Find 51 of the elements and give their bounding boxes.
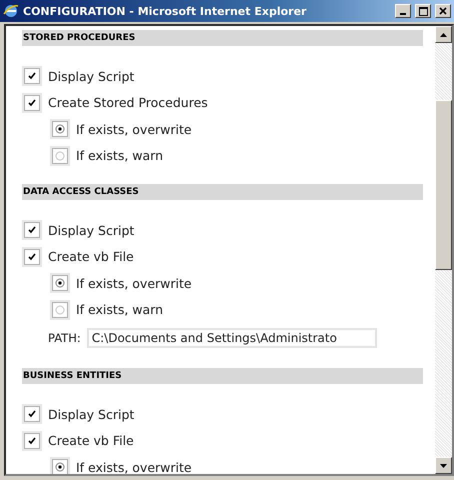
checkbox-label: Create vb File: [48, 249, 134, 264]
checkbox[interactable]: [22, 220, 42, 240]
radio-circle-icon: [55, 304, 65, 315]
path-label: PATH:: [48, 331, 81, 345]
radio-button[interactable]: [50, 300, 70, 320]
maximize-icon: [418, 6, 428, 16]
path-field[interactable]: C:\Documents and Settings\Administrato: [86, 328, 377, 348]
scroll-down-button[interactable]: [435, 457, 452, 474]
radio-label: If exists, overwrite: [76, 276, 192, 291]
up-arrow-icon: [440, 32, 447, 36]
checkbox-label: Create vb File: [48, 433, 134, 448]
checkbox-label: Display Script: [48, 406, 134, 422]
checkbox[interactable]: [22, 246, 42, 267]
checkbox[interactable]: [22, 92, 42, 113]
checkbox-label: Display Script: [48, 68, 134, 84]
close-button[interactable]: [435, 4, 451, 18]
browser-icon: [3, 3, 19, 19]
check-icon: [28, 226, 36, 234]
radio-dot-icon: [55, 124, 65, 134]
section-header: STORED PROCEDURES: [22, 30, 423, 46]
radio-button[interactable]: [50, 273, 70, 294]
minimize-button[interactable]: [395, 4, 411, 18]
section-header: BUSINESS ENTITIES: [22, 368, 423, 384]
check-icon: [28, 72, 36, 80]
radio-dot-icon: [55, 462, 65, 472]
radio-label: If exists, warn: [76, 148, 163, 164]
radio-button[interactable]: [50, 146, 70, 166]
check-icon: [28, 252, 36, 261]
radio-label: If exists, overwrite: [76, 460, 192, 474]
radio-label: If exists, warn: [76, 302, 163, 318]
scroll-up-button[interactable]: [435, 26, 452, 43]
scroll-thumb[interactable]: [435, 100, 452, 270]
down-arrow-icon: [440, 464, 447, 468]
close-icon: [439, 7, 447, 15]
check-icon: [28, 98, 36, 107]
window-title: CONFIGURATION - Microsoft Internet Explorer: [23, 4, 308, 18]
check-icon: [28, 436, 36, 445]
check-icon: [28, 410, 36, 418]
radio-button[interactable]: [50, 457, 70, 474]
checkbox[interactable]: [22, 404, 42, 424]
radio-label: If exists, overwrite: [76, 122, 192, 137]
section-header: DATA ACCESS CLASSES: [22, 184, 423, 200]
radio-circle-icon: [55, 150, 65, 161]
scrollbar[interactable]: [435, 26, 452, 474]
radio-dot-icon: [55, 278, 65, 288]
radio-button[interactable]: [50, 119, 70, 140]
checkbox[interactable]: [22, 430, 42, 451]
maximize-button[interactable]: [415, 4, 431, 18]
checkbox[interactable]: [22, 66, 42, 86]
checkbox-label: Create Stored Procedures: [48, 95, 208, 110]
checkbox-label: Display Script: [48, 222, 134, 238]
